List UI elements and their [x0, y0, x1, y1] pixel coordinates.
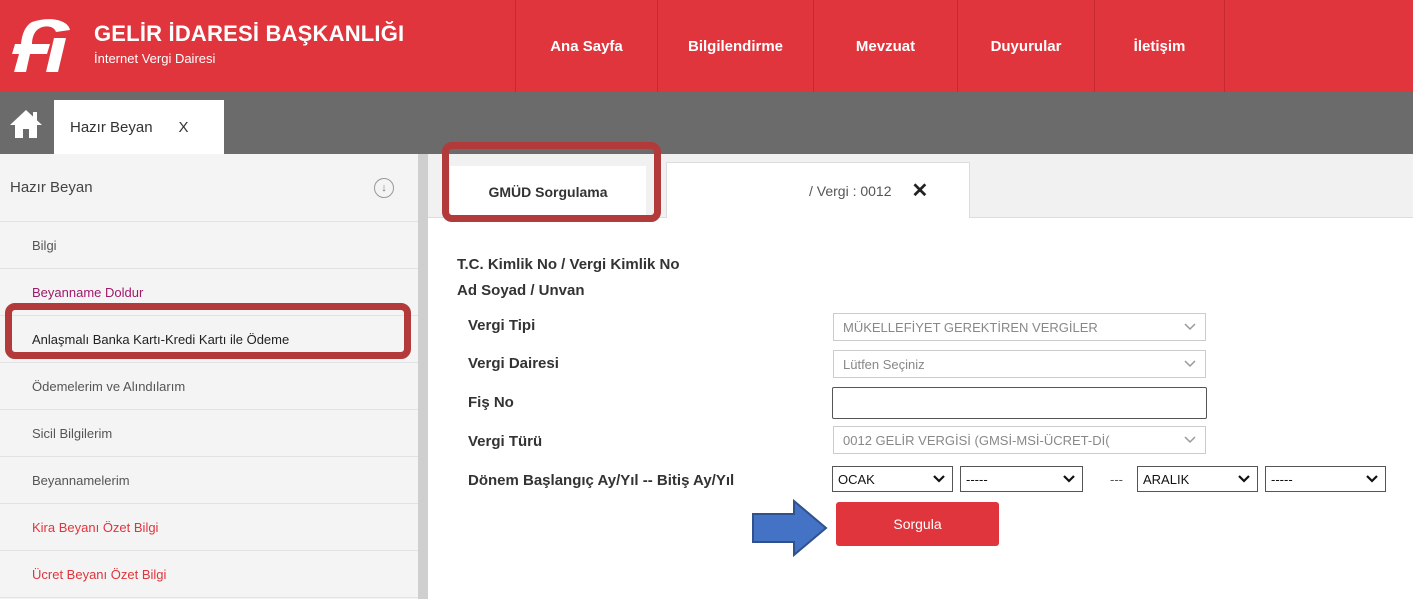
end-year-value: -----: [1271, 471, 1293, 487]
vergi-tipi-label: Vergi Tipi: [468, 317, 536, 334]
brand-subtitle: İnternet Vergi Dairesi: [94, 51, 216, 66]
end-month-value: ARALIK: [1143, 471, 1190, 487]
start-year-value: -----: [966, 471, 988, 487]
end-year-select[interactable]: -----: [1265, 466, 1386, 492]
chevron-down-icon: [933, 475, 945, 483]
sidebar-item-kira-beyani[interactable]: Kira Beyanı Özet Bilgi: [0, 504, 418, 551]
sidebar-item-sicil-bilgilerim[interactable]: Sicil Bilgilerim: [0, 410, 418, 457]
nav-bilgilendirme[interactable]: Bilgilendirme: [658, 0, 814, 92]
chevron-down-icon: [1184, 360, 1196, 368]
nav-duyurular[interactable]: Duyurular: [958, 0, 1095, 92]
home-icon[interactable]: [6, 104, 46, 144]
tab-label: Hazır Beyan: [70, 118, 153, 136]
start-month-select[interactable]: OCAK: [832, 466, 953, 492]
content-tab-bar: GMÜD Sorgulama / Vergi : 0012 ✕: [428, 154, 1413, 218]
chevron-down-icon: [1063, 475, 1075, 483]
fis-no-input[interactable]: [832, 387, 1207, 419]
arrow-pointer-icon: [752, 498, 828, 558]
nav-mevzuat[interactable]: Mevzuat: [814, 0, 958, 92]
start-year-select[interactable]: -----: [960, 466, 1083, 492]
gib-logo-icon[interactable]: [10, 16, 78, 76]
chevron-down-icon: [1184, 323, 1196, 331]
tab-vergi-label: / Vergi : 0012: [809, 182, 892, 199]
tab-hazir-beyan[interactable]: Hazır Beyan X: [54, 100, 224, 154]
fis-no-label: Fiş No: [468, 394, 514, 411]
main-nav: Ana Sayfa Bilgilendirme Mevzuat Duyurula…: [515, 0, 1225, 92]
sorgula-button[interactable]: Sorgula: [836, 502, 999, 546]
top-header: GELİR İDARESİ BAŞKANLIĞI İnternet Vergi …: [0, 0, 1413, 92]
vergi-dairesi-label: Vergi Dairesi: [468, 355, 559, 372]
chevron-down-icon: [1366, 475, 1378, 483]
brand-title: GELİR İDARESİ BAŞKANLIĞI: [94, 21, 405, 46]
nav-ana-sayfa[interactable]: Ana Sayfa: [516, 0, 658, 92]
tab-gmud-sorgulama[interactable]: GMÜD Sorgulama: [450, 166, 646, 218]
nav-iletisim[interactable]: İletişim: [1095, 0, 1225, 92]
vergi-tipi-value: MÜKELLEFİYET GEREKTİREN VERGİLER: [843, 319, 1098, 335]
vergi-dairesi-value: Lütfen Seçiniz: [843, 356, 925, 372]
collapse-icon[interactable]: ↓: [374, 178, 394, 198]
sidebar-item-ucret-beyani[interactable]: Ücret Beyanı Özet Bilgi: [0, 551, 418, 598]
range-separator: ---: [1110, 472, 1123, 487]
name-label: Ad Soyad / Unvan: [457, 282, 585, 299]
sidebar-item-kart-ile-odeme[interactable]: Anlaşmalı Banka Kartı-Kredi Kartı ile Öd…: [0, 316, 418, 363]
tab-vergi-0012[interactable]: / Vergi : 0012 ✕: [666, 162, 970, 218]
page-tab-strip: Hazır Beyan X: [0, 92, 1413, 154]
sidebar-heading: Hazır Beyan ↓: [0, 154, 418, 222]
sidebar-title: Hazır Beyan: [10, 179, 93, 196]
sidebar-item-bilgi[interactable]: Bilgi: [0, 222, 418, 269]
id-label: T.C. Kimlik No / Vergi Kimlik No: [457, 256, 680, 273]
vergi-dairesi-select[interactable]: Lütfen Seçiniz: [833, 350, 1206, 378]
vergi-turu-value: 0012 GELİR VERGİSİ (GMSİ-MSİ-ÜCRET-Dİ(: [843, 432, 1110, 448]
vergi-tipi-select[interactable]: MÜKELLEFİYET GEREKTİREN VERGİLER: [833, 313, 1206, 341]
sidebar-item-odemelerim[interactable]: Ödemelerim ve Alındılarım: [0, 363, 418, 410]
sidebar-item-beyannamelerim[interactable]: Beyannamelerim: [0, 457, 418, 504]
chevron-down-icon: [1184, 436, 1196, 444]
vergi-turu-select[interactable]: 0012 GELİR VERGİSİ (GMSİ-MSİ-ÜCRET-Dİ(: [833, 426, 1206, 454]
sidebar-item-beyanname-doldur[interactable]: Beyanname Doldur: [0, 269, 418, 316]
sidebar: Hazır Beyan ↓ Bilgi Beyanname Doldur Anl…: [0, 154, 428, 599]
start-month-value: OCAK: [838, 471, 875, 487]
vergi-turu-label: Vergi Türü: [468, 433, 543, 450]
tab-close-button[interactable]: X: [179, 119, 189, 136]
end-month-select[interactable]: ARALIK: [1137, 466, 1258, 492]
donem-label: Dönem Başlangıç Ay/Yıl -- Bitiş Ay/Yıl: [468, 472, 735, 489]
main-content: GMÜD Sorgulama / Vergi : 0012 ✕ T.C. Kim…: [428, 154, 1413, 599]
close-icon[interactable]: ✕: [912, 178, 929, 203]
chevron-down-icon: [1238, 475, 1250, 483]
